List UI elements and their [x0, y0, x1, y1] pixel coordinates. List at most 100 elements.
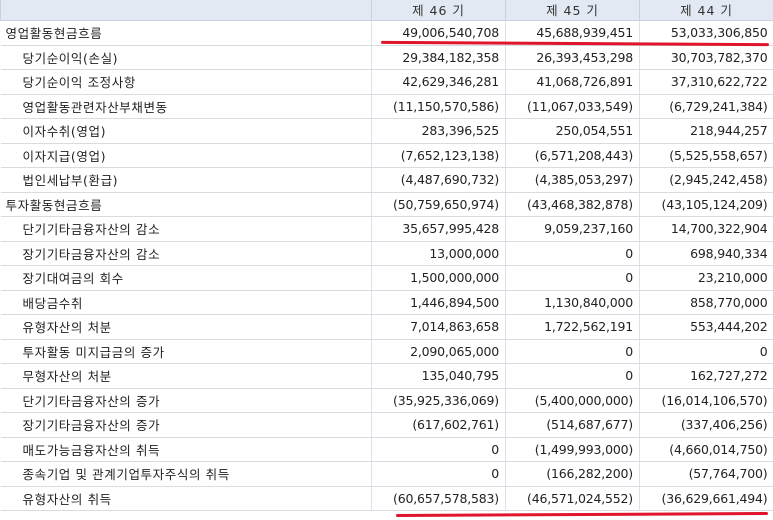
- row-label: 이자지급(영업): [0, 143, 372, 168]
- table-row: 이자수취(영업) 283,396,525 250,054,551 218,944,25…: [0, 118, 773, 144]
- row-value: 30,703,782,370: [639, 45, 773, 70]
- row-value: 1,130,840,000: [505, 290, 640, 315]
- row-value: (43,468,382,878): [505, 192, 640, 217]
- header-period-45: 제 45 기: [505, 0, 640, 21]
- row-label: 투자활동현금흐름: [0, 192, 372, 217]
- table-row: 영업활동관련자산부채변동 (11,150,570,586) (11,067,033,…: [0, 94, 773, 119]
- row-value: (4,487,690,732): [371, 167, 506, 193]
- row-value: (166,282,200): [505, 461, 640, 487]
- row-value: 0: [639, 339, 773, 364]
- row-value: 218,944,257: [639, 118, 773, 144]
- row-value: 0: [371, 461, 506, 487]
- header-period-44: 제 44 기: [639, 0, 773, 21]
- row-value: (35,925,336,069): [371, 388, 506, 413]
- row-label: 매도가능금융자산의 취득: [0, 437, 372, 462]
- row-label: 투자활동 미지급금의 증가: [0, 339, 372, 364]
- row-value: (50,759,650,974): [371, 192, 506, 217]
- underline-annotation-ppe-acquisition: [395, 512, 769, 517]
- table-row: 배당금수취 1,446,894,500 1,130,840,000 858,770,0…: [0, 290, 773, 315]
- table-row: 단기기타금융자산의 증가 (35,925,336,069) (5,400,000,0…: [0, 388, 773, 413]
- row-value: 7,014,863,658: [371, 314, 506, 340]
- row-value: 1,446,894,500: [371, 290, 506, 315]
- row-label: 법인세납부(환급): [0, 167, 372, 193]
- row-value: 553,444,202: [639, 314, 773, 340]
- table-row: 종속기업 및 관계기업투자주식의 취득 0 (166,282,200) (57,764…: [0, 461, 773, 487]
- row-value: 250,054,551: [505, 118, 640, 144]
- table-row: 장기기타금융자산의 증가 (617,602,761) (514,687,677) (3…: [0, 412, 773, 438]
- header-row: 제 46 기 제 45 기 제 44 기: [0, 0, 773, 21]
- row-value: 42,629,346,281: [371, 69, 506, 95]
- table-row: 무형자산의 처분 135,040,795 0 162,727,272: [0, 363, 773, 389]
- row-value: (617,602,761): [371, 412, 506, 438]
- row-label: 무형자산의 처분: [0, 363, 372, 389]
- table-row: 유형자산의 처분 7,014,863,658 1,722,562,191 553,44…: [0, 314, 773, 340]
- table-row: 단기기타금융자산의 감소 35,657,995,428 9,059,237,160 1…: [0, 216, 773, 242]
- row-value: 9,059,237,160: [505, 216, 640, 242]
- header-corner: [0, 0, 372, 21]
- row-label: 배당금수취: [0, 290, 372, 315]
- row-value: 14,700,322,904: [639, 216, 773, 242]
- row-label: 유형자산의 처분: [0, 314, 372, 340]
- table-row: 법인세납부(환급) (4,487,690,732) (4,385,053,297)(…: [0, 167, 773, 193]
- row-label: 종속기업 및 관계기업투자주식의 취득: [0, 461, 372, 487]
- row-value: 283,396,525: [371, 118, 506, 144]
- row-value: (6,729,241,384): [639, 94, 773, 119]
- row-value: (11,067,033,549): [505, 94, 640, 119]
- row-value: 0: [505, 363, 640, 389]
- table-row: 매도가능금융자산의 취득 0 (1,499,993,000) (4,660,014,7…: [0, 437, 773, 462]
- table-row: 장기기타금융자산의 감소 13,000,000 0 698,940,334: [0, 241, 773, 266]
- table-row: 이자지급(영업) (7,652,123,138) (6,571,208,443) (5…: [0, 143, 773, 168]
- header-period-46: 제 46 기: [371, 0, 506, 21]
- row-value: 53,033,306,850: [639, 20, 773, 46]
- row-label: 장기대여금의 회수: [0, 265, 372, 291]
- row-value: (1,499,993,000): [505, 437, 640, 462]
- row-label: 당기순이익(손실): [0, 45, 372, 70]
- row-value: 37,310,622,722: [639, 69, 773, 95]
- row-value: (5,525,558,657): [639, 143, 773, 168]
- row-value: (11,150,570,586): [371, 94, 506, 119]
- row-label: 장기기타금융자산의 증가: [0, 412, 372, 438]
- row-label: 유형자산의 취득: [0, 486, 372, 511]
- row-value: (46,571,024,552): [505, 486, 640, 511]
- row-value: 26,393,453,298: [505, 45, 640, 70]
- row-label: 단기기타금융자산의 증가: [0, 388, 372, 413]
- row-value: (7,652,123,138): [371, 143, 506, 168]
- row-value: 162,727,272: [639, 363, 773, 389]
- table-row: 장기대여금의 회수 1,500,000,000 0 23,210,000: [0, 265, 773, 291]
- row-value: 0: [505, 265, 640, 291]
- row-value: 0: [505, 241, 640, 266]
- row-value: (4,385,053,297): [505, 167, 640, 193]
- row-value: (6,571,208,443): [505, 143, 640, 168]
- table-row: 투자활동현금흐름 (50,759,650,974) (43,468,382,878)…: [0, 192, 773, 217]
- row-value: 23,210,000: [639, 265, 773, 291]
- row-label: 영업활동관련자산부채변동: [0, 94, 372, 119]
- row-label: 장기기타금융자산의 감소: [0, 241, 372, 266]
- row-value: 698,940,334: [639, 241, 773, 266]
- row-value: (60,657,578,583): [371, 486, 506, 511]
- row-value: 35,657,995,428: [371, 216, 506, 242]
- table-row: 투자활동 미지급금의 증가 2,090,065,000 0 0: [0, 339, 773, 364]
- table-row: 당기순이익(손실) 29,384,182,358 26,393,453,298 30,…: [0, 45, 773, 70]
- table-row: 유형자산의 취득 (60,657,578,583) (46,571,024,552)…: [0, 486, 773, 511]
- row-value: (57,764,700): [639, 461, 773, 487]
- row-value: 0: [371, 437, 506, 462]
- row-value: (16,014,106,570): [639, 388, 773, 413]
- row-value: (514,687,677): [505, 412, 640, 438]
- row-value: (43,105,124,209): [639, 192, 773, 217]
- row-value: (337,406,256): [639, 412, 773, 438]
- row-value: 13,000,000: [371, 241, 506, 266]
- row-label: 단기기타금융자산의 감소: [0, 216, 372, 242]
- row-label: 당기순이익 조정사항: [0, 69, 372, 95]
- row-value: 29,384,182,358: [371, 45, 506, 70]
- table-row: 당기순이익 조정사항 42,629,346,281 41,068,726,891 37…: [0, 69, 773, 95]
- row-label: 영업활동현금흐름: [0, 20, 372, 46]
- row-value: (2,945,242,458): [639, 167, 773, 193]
- row-value: 2,090,065,000: [371, 339, 506, 364]
- row-value: (5,400,000,000): [505, 388, 640, 413]
- row-value: 135,040,795: [371, 363, 506, 389]
- row-value: 0: [505, 339, 640, 364]
- row-value: (4,660,014,750): [639, 437, 773, 462]
- cash-flow-table: 제 46 기 제 45 기 제 44 기 영업활동현금흐름 49,006,540,…: [0, 0, 773, 511]
- row-value: (36,629,661,494): [639, 486, 773, 511]
- row-value: 858,770,000: [639, 290, 773, 315]
